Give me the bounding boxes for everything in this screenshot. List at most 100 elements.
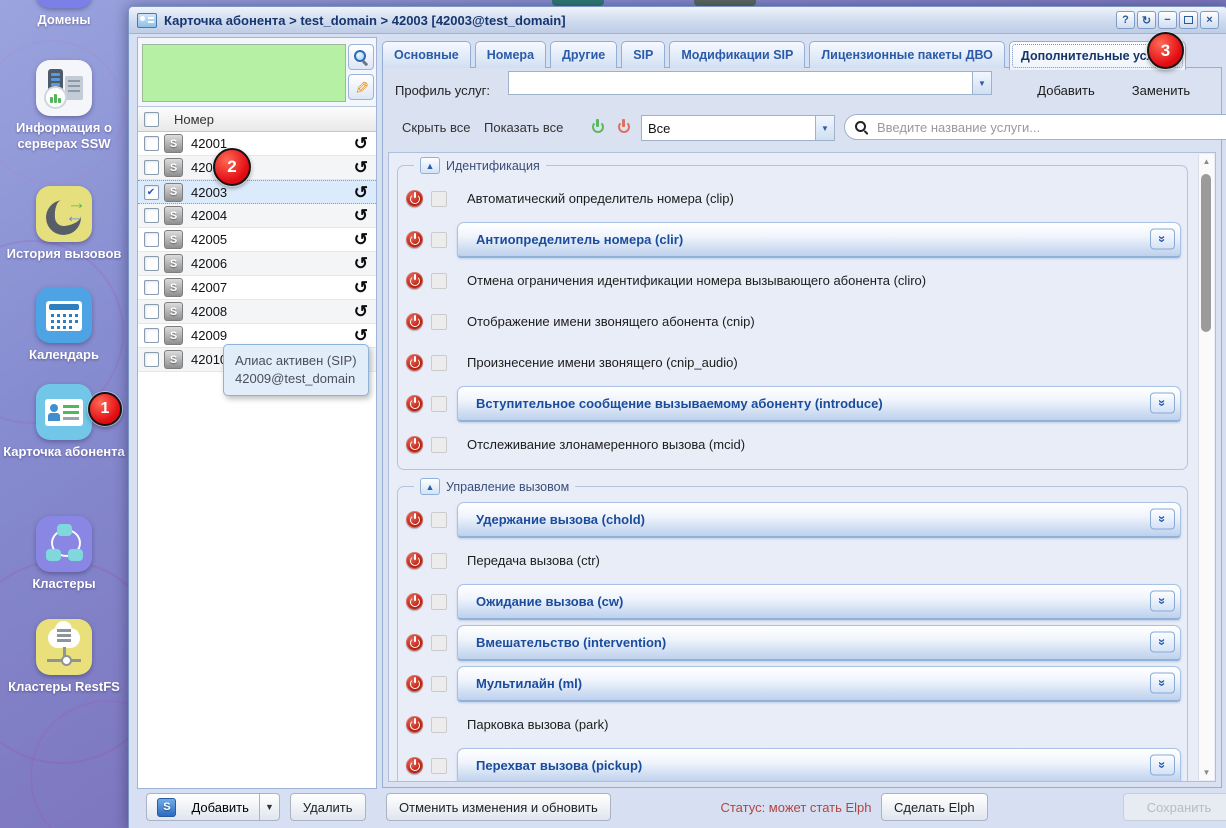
number-row[interactable]: S42004↺ bbox=[138, 204, 376, 228]
row-checkbox[interactable] bbox=[144, 328, 159, 343]
minimize-button[interactable]: − bbox=[1158, 11, 1177, 29]
sidebar-item-ssw-info[interactable]: Информация о серверах SSW bbox=[0, 60, 128, 152]
tab-4[interactable]: SIP bbox=[621, 41, 665, 68]
service-panel[interactable]: Удержание вызова (chold)» bbox=[457, 502, 1181, 538]
number-row[interactable]: S42008↺ bbox=[138, 300, 376, 324]
number-row[interactable]: S42007↺ bbox=[138, 276, 376, 300]
expand-chevron-icon[interactable]: » bbox=[1150, 755, 1175, 776]
service-checkbox[interactable] bbox=[431, 758, 447, 774]
row-checkbox[interactable] bbox=[144, 136, 159, 151]
service-checkbox[interactable] bbox=[431, 314, 447, 330]
tab-3[interactable]: Другие bbox=[550, 41, 617, 68]
sidebar-item-clusters-restfs[interactable]: Кластеры RestFS bbox=[0, 619, 128, 695]
refresh-button[interactable]: ↻ bbox=[1137, 11, 1156, 29]
enable-all-icon[interactable] bbox=[589, 119, 606, 136]
power-icon[interactable] bbox=[406, 395, 423, 412]
scrollbar-thumb[interactable] bbox=[1201, 174, 1211, 332]
scroll-up-icon[interactable]: ▲ bbox=[1199, 154, 1214, 169]
service-checkbox[interactable] bbox=[431, 594, 447, 610]
collapse-icon[interactable]: ▲ bbox=[420, 157, 440, 174]
edit-button[interactable]: ✎ bbox=[348, 74, 374, 100]
service-panel[interactable]: Вступительное сообщение вызываемому абон… bbox=[457, 386, 1181, 422]
row-checkbox[interactable] bbox=[144, 352, 159, 367]
service-profile-combobox[interactable]: ▼ bbox=[508, 71, 992, 95]
number-row[interactable]: S42006↺ bbox=[138, 252, 376, 276]
quick-filter-box[interactable] bbox=[142, 44, 346, 102]
power-icon[interactable] bbox=[406, 511, 423, 528]
history-icon[interactable]: ↺ bbox=[354, 231, 368, 248]
tab-6[interactable]: Лицензионные пакеты ДВО bbox=[809, 41, 1005, 68]
row-checkbox[interactable] bbox=[144, 280, 159, 295]
search-button[interactable] bbox=[348, 44, 374, 70]
disable-all-icon[interactable] bbox=[615, 119, 632, 136]
help-button[interactable]: ? bbox=[1116, 11, 1135, 29]
number-row[interactable]: S42005↺ bbox=[138, 228, 376, 252]
power-icon[interactable] bbox=[406, 716, 423, 733]
service-panel[interactable]: Антиопределитель номера (clir)» bbox=[457, 222, 1181, 258]
expand-chevron-icon[interactable]: » bbox=[1150, 632, 1175, 653]
services-filter-combobox[interactable]: Все ▼ bbox=[641, 115, 835, 141]
tab-2[interactable]: Номера bbox=[475, 41, 546, 68]
history-icon[interactable]: ↺ bbox=[354, 279, 368, 296]
service-checkbox[interactable] bbox=[431, 396, 447, 412]
maximize-button[interactable] bbox=[1179, 11, 1198, 29]
history-icon[interactable]: ↺ bbox=[354, 303, 368, 320]
power-icon[interactable] bbox=[406, 552, 423, 569]
sidebar-item-calendar[interactable]: Календарь bbox=[0, 287, 128, 363]
sidebar-item-call-history[interactable]: →←История вызовов bbox=[0, 186, 128, 262]
power-icon[interactable] bbox=[406, 190, 423, 207]
close-button[interactable]: × bbox=[1200, 11, 1219, 29]
history-icon[interactable]: ↺ bbox=[354, 327, 368, 344]
service-search-input[interactable] bbox=[875, 119, 1226, 136]
service-checkbox[interactable] bbox=[431, 232, 447, 248]
expand-chevron-icon[interactable]: » bbox=[1150, 509, 1175, 530]
power-icon[interactable] bbox=[406, 593, 423, 610]
expand-chevron-icon[interactable]: » bbox=[1150, 673, 1175, 694]
expand-chevron-icon[interactable]: » bbox=[1150, 591, 1175, 612]
power-icon[interactable] bbox=[406, 757, 423, 774]
select-all-checkbox[interactable] bbox=[144, 112, 159, 127]
history-icon[interactable]: ↺ bbox=[354, 255, 368, 272]
row-checkbox[interactable]: ✔ bbox=[144, 185, 159, 200]
expand-chevron-icon[interactable]: » bbox=[1150, 393, 1175, 414]
service-checkbox[interactable] bbox=[431, 717, 447, 733]
service-checkbox[interactable] bbox=[431, 512, 447, 528]
service-checkbox[interactable] bbox=[431, 553, 447, 569]
service-checkbox[interactable] bbox=[431, 273, 447, 289]
row-checkbox[interactable] bbox=[144, 160, 159, 175]
number-row[interactable]: S42002↺ bbox=[138, 156, 376, 180]
number-row[interactable]: ✔S42003↺ bbox=[138, 180, 376, 204]
service-panel[interactable]: Ожидание вызова (cw)» bbox=[457, 584, 1181, 620]
collapse-icon[interactable]: ▲ bbox=[420, 478, 440, 495]
service-checkbox[interactable] bbox=[431, 635, 447, 651]
history-icon[interactable]: ↺ bbox=[354, 207, 368, 224]
power-icon[interactable] bbox=[406, 354, 423, 371]
power-icon[interactable] bbox=[406, 313, 423, 330]
hide-all-button[interactable]: Скрыть все bbox=[402, 120, 470, 135]
service-panel[interactable]: Мультилайн (ml)» bbox=[457, 666, 1181, 702]
power-icon[interactable] bbox=[406, 436, 423, 453]
service-search-field[interactable] bbox=[844, 114, 1226, 140]
make-elph-button[interactable]: Сделать Elph bbox=[881, 793, 988, 821]
profile-replace-button[interactable]: Заменить bbox=[1118, 76, 1204, 104]
row-checkbox[interactable] bbox=[144, 208, 159, 223]
show-all-button[interactable]: Показать все bbox=[484, 120, 563, 135]
history-icon[interactable]: ↺ bbox=[354, 184, 368, 201]
service-checkbox[interactable] bbox=[431, 191, 447, 207]
tab-1[interactable]: Основные bbox=[382, 41, 471, 68]
sidebar-item-domains[interactable]: Домены bbox=[0, 0, 128, 28]
service-checkbox[interactable] bbox=[431, 437, 447, 453]
row-checkbox[interactable] bbox=[144, 304, 159, 319]
chevron-down-icon[interactable]: ▼ bbox=[972, 72, 991, 94]
power-icon[interactable] bbox=[406, 231, 423, 248]
history-icon[interactable]: ↺ bbox=[354, 135, 368, 152]
service-checkbox[interactable] bbox=[431, 676, 447, 692]
power-icon[interactable] bbox=[406, 272, 423, 289]
number-row[interactable]: S42001↺ bbox=[138, 132, 376, 156]
service-panel[interactable]: Перехват вызова (pickup)» bbox=[457, 748, 1181, 782]
window-titlebar[interactable]: Карточка абонента > test_domain > 42003 … bbox=[129, 7, 1226, 34]
service-panel[interactable]: Вмешательство (intervention)» bbox=[457, 625, 1181, 661]
scrollbar[interactable]: ▲ ▼ bbox=[1198, 154, 1214, 780]
expand-chevron-icon[interactable]: » bbox=[1150, 229, 1175, 250]
service-checkbox[interactable] bbox=[431, 355, 447, 371]
